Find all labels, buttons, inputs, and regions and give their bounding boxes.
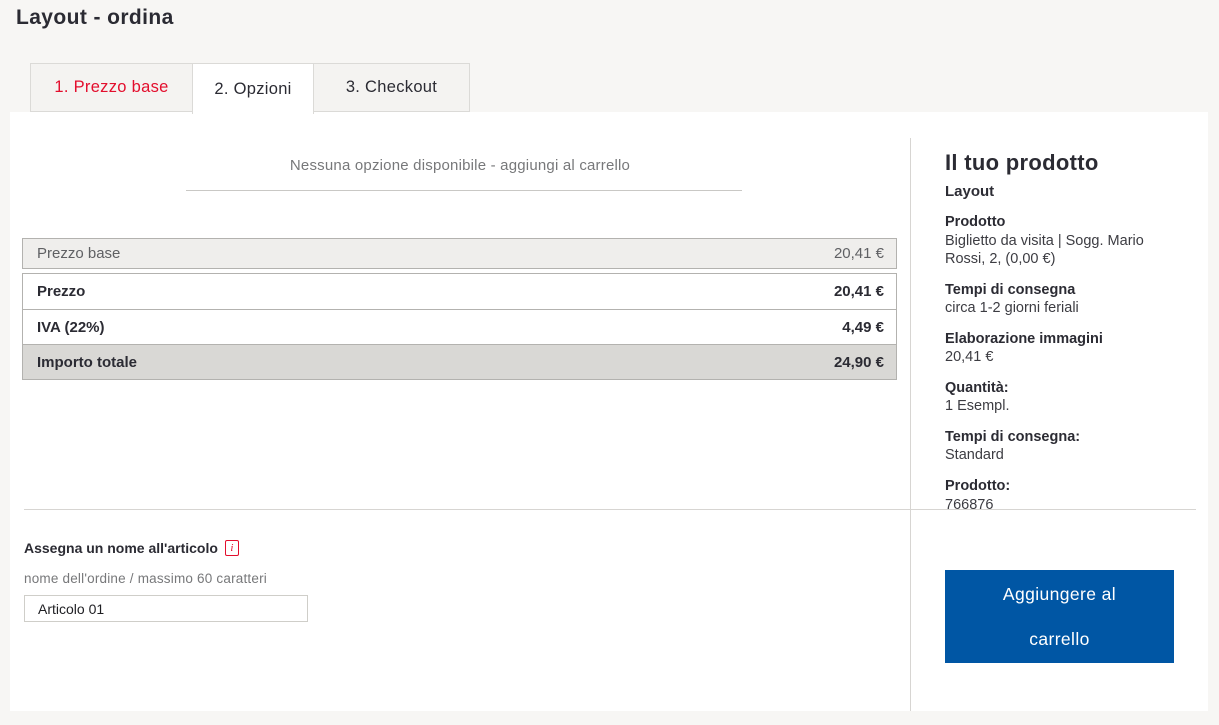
row-label: Importo totale <box>37 353 137 371</box>
content-card: Nessuna opzione disponibile - aggiungi a… <box>10 112 1208 711</box>
tab-opzioni[interactable]: 2. Opzioni <box>192 63 314 114</box>
article-name-input[interactable] <box>24 595 308 622</box>
product-summary-title: Il tuo prodotto <box>945 150 1099 175</box>
order-page: Layout - ordina 1. Prezzo base 2. Opzion… <box>0 0 1219 725</box>
product-summary-panel: Il tuo prodotto Layout Prodotto Bigliett… <box>945 150 1177 526</box>
page-title: Layout - ordina <box>16 6 174 29</box>
detail-tempi-consegna-2: Tempi di consegna: Standard <box>945 428 1177 465</box>
article-name-label-row: Assegna un nome all'articolo i <box>24 540 239 556</box>
detail-value: circa 1-2 giorni feriali <box>945 300 1079 317</box>
detail-value: Biglietto da visita | Sogg. Mario Rossi,… <box>945 232 1144 268</box>
detail-label: Quantità: <box>945 379 1009 396</box>
table-row-prezzo: Prezzo 20,41 € <box>23 274 896 309</box>
no-options-message: Nessuna opzione disponibile - aggiungi a… <box>289 157 631 174</box>
detail-value: Standard <box>945 447 1004 464</box>
detail-elaborazione-immagini: Elaborazione immagini 20,41 € <box>945 330 1177 367</box>
info-icon[interactable]: i <box>224 540 239 556</box>
tab-checkout[interactable]: 3. Checkout <box>313 63 470 112</box>
detail-label: Prodotto <box>945 214 1006 230</box>
table-row-prezzo-base: Prezzo base 20,41 € <box>22 238 897 269</box>
detail-label: Elaborazione immagini <box>945 330 1103 347</box>
row-value: 20,41 € <box>833 283 884 300</box>
table-row-iva: IVA (22%) 4,49 € <box>23 309 896 344</box>
detail-label: Prodotto: <box>945 478 1011 495</box>
row-label: Prezzo <box>37 283 86 300</box>
row-value: 24,90 € <box>833 353 884 371</box>
article-name-hint: nome dell'ordine / massimo 60 caratteri <box>24 571 267 586</box>
table-row-importo-totale: Importo totale 24,90 € <box>23 344 896 379</box>
message-underline <box>186 190 742 191</box>
row-label: Prezzo base <box>37 245 121 262</box>
vertical-divider <box>910 138 911 711</box>
detail-value: 766876 <box>945 496 994 513</box>
detail-tempi-consegna: Tempi di consegna circa 1-2 giorni feria… <box>945 281 1177 318</box>
price-table-body: Prezzo 20,41 € IVA (22%) 4,49 € Importo … <box>22 273 897 380</box>
add-to-cart-button[interactable]: Aggiungere al carrello <box>945 570 1174 663</box>
detail-label: Tempi di consegna <box>945 281 1076 298</box>
detail-prodotto: Prodotto Biglietto da visita | Sogg. Mar… <box>945 213 1177 269</box>
row-value: 20,41 € <box>833 245 884 262</box>
detail-value: 20,41 € <box>945 349 994 366</box>
tab-prezzo-base[interactable]: 1. Prezzo base <box>30 63 193 112</box>
checkout-step-tabs: 1. Prezzo base 2. Opzioni 3. Checkout <box>30 63 470 114</box>
detail-prodotto-id: Prodotto: 766876 <box>945 477 1177 514</box>
product-name: Layout <box>945 183 995 200</box>
detail-value: 1 Esempl. <box>945 398 1010 415</box>
row-label: IVA (22%) <box>37 318 105 336</box>
row-value: 4,49 € <box>842 318 884 336</box>
detail-label: Tempi di consegna: <box>945 428 1081 445</box>
article-name-label: Assegna un nome all'articolo <box>24 540 218 556</box>
detail-quantita: Quantità: 1 Esempl. <box>945 379 1177 416</box>
price-table: Prezzo base 20,41 € Prezzo 20,41 € IVA (… <box>22 238 897 380</box>
